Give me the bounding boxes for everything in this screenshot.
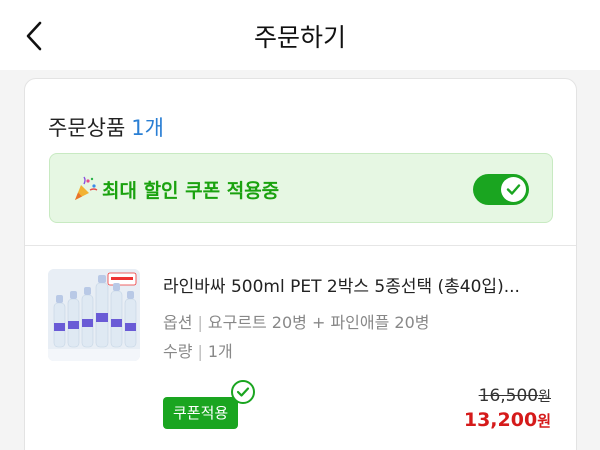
original-price-value: 16,500 xyxy=(478,386,539,406)
order-card: 주문상품 1개 최대 할인 쿠폰 적용중 라인바싸 500ml PET 2박스 … xyxy=(24,78,577,450)
quantity-label: 수량 xyxy=(163,342,193,361)
option-value: 요구르트 20병 + 파인애플 20병 xyxy=(207,313,430,332)
sale-price: 13,200원 xyxy=(464,409,551,431)
option-label: 옵션 xyxy=(163,313,193,332)
divider xyxy=(25,245,576,246)
option-row: 옵션 | 요구르트 20병 + 파인애플 20병 xyxy=(163,309,430,333)
coupon-toggle[interactable] xyxy=(473,174,529,205)
coupon-applied-badge[interactable]: 쿠폰적용 xyxy=(163,397,239,429)
check-icon xyxy=(506,184,521,195)
sale-price-value: 13,200 xyxy=(463,409,538,431)
option-separator: | xyxy=(197,313,203,332)
original-price-unit: 원 xyxy=(538,389,551,405)
order-section-title: 주문상품 1개 xyxy=(48,112,164,142)
check-circle-icon xyxy=(231,380,255,404)
toggle-knob xyxy=(501,177,526,202)
product-image[interactable] xyxy=(48,269,140,361)
app-header: 주문하기 xyxy=(0,0,600,70)
coupon-banner-text: 최대 할인 쿠폰 적용중 xyxy=(102,180,280,202)
quantity-value: 1개 xyxy=(207,342,233,361)
water-bottles-image xyxy=(48,269,140,361)
page-title: 주문하기 xyxy=(253,23,346,52)
section-label: 주문상품 xyxy=(48,116,126,140)
party-popper-icon xyxy=(75,176,98,200)
quantity-row: 수량 | 1개 xyxy=(163,338,233,362)
coupon-banner: 최대 할인 쿠폰 적용중 xyxy=(49,153,553,223)
product-name[interactable]: 라인바싸 500ml PET 2박스 5종선택 (총40입)... xyxy=(163,272,520,297)
original-price: 16,500원 xyxy=(479,386,551,406)
quantity-separator: | xyxy=(197,342,203,361)
sale-price-unit: 원 xyxy=(537,412,551,430)
item-count: 1개 xyxy=(131,116,164,140)
